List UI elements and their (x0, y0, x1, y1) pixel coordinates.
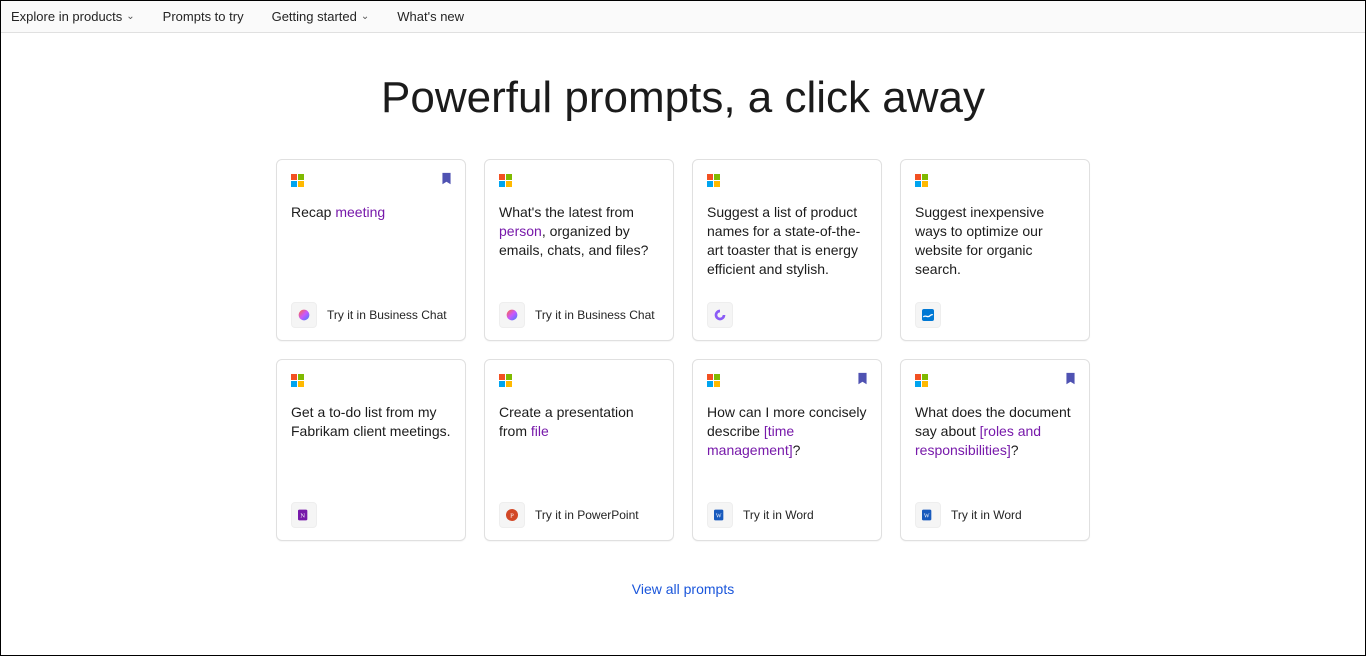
prompt-text: Recap meeting (291, 203, 451, 222)
card-action[interactable]: P Try it in PowerPoint (499, 502, 659, 528)
try-label: Try it in Business Chat (327, 308, 447, 322)
microsoft-logo-icon (915, 374, 929, 388)
svg-text:N: N (300, 513, 305, 520)
card-action[interactable]: W Try it in Word (707, 502, 867, 528)
card-action[interactable]: N (291, 502, 451, 528)
nav-whats-new[interactable]: What's new (397, 9, 464, 24)
word-icon: W (707, 502, 733, 528)
prompt-text: Create a presentation from file (499, 403, 659, 441)
try-label: Try it in Business Chat (535, 308, 655, 322)
copilot-icon (291, 302, 317, 328)
try-label: Try it in PowerPoint (535, 508, 639, 522)
chevron-down-icon: ⌄ (126, 11, 134, 22)
prompt-text: Suggest inexpensive ways to optimize our… (915, 203, 1075, 279)
prompt-card[interactable]: Get a to-do list from my Fabrikam client… (276, 359, 466, 541)
prompt-card[interactable]: How can I more concisely describe [time … (692, 359, 882, 541)
bookmark-icon[interactable] (1064, 372, 1077, 390)
onenote-icon: N (291, 502, 317, 528)
prompt-card[interactable]: Suggest a list of product names for a st… (692, 159, 882, 341)
svg-text:W: W (924, 514, 930, 520)
microsoft-logo-icon (707, 174, 721, 188)
loop-icon (707, 302, 733, 328)
nav-prompts[interactable]: Prompts to try (163, 9, 244, 24)
microsoft-logo-icon (291, 374, 305, 388)
card-action[interactable] (915, 302, 1075, 328)
microsoft-logo-icon (707, 374, 721, 388)
svg-text:P: P (510, 513, 514, 520)
view-all-prompts-link[interactable]: View all prompts (632, 581, 734, 597)
svg-text:W: W (716, 514, 722, 520)
card-action[interactable] (707, 302, 867, 328)
prompt-card[interactable]: Recap meeting Try it in Business Chat (276, 159, 466, 341)
prompt-card[interactable]: What's the latest from person, organized… (484, 159, 674, 341)
prompt-text: What does the document say about [roles … (915, 403, 1075, 460)
microsoft-logo-icon (499, 374, 513, 388)
try-label: Try it in Word (951, 508, 1022, 522)
top-nav: Explore in products ⌄ Prompts to try Gett… (1, 1, 1365, 33)
prompt-text: What's the latest from person, organized… (499, 203, 659, 260)
try-label: Try it in Word (743, 508, 814, 522)
microsoft-logo-icon (291, 174, 305, 188)
chevron-down-icon: ⌄ (361, 11, 369, 22)
word-icon: W (915, 502, 941, 528)
microsoft-logo-icon (499, 174, 513, 188)
prompt-text: Get a to-do list from my Fabrikam client… (291, 403, 451, 441)
microsoft-logo-icon (915, 174, 929, 188)
nav-explore-label: Explore in products (11, 9, 122, 24)
main-content: Powerful prompts, a click away Recap mee… (1, 33, 1365, 599)
card-action[interactable]: W Try it in Word (915, 502, 1075, 528)
nav-getting-label: Getting started (272, 9, 357, 24)
copilot-icon (499, 302, 525, 328)
prompt-card[interactable]: What does the document say about [roles … (900, 359, 1090, 541)
card-action[interactable]: Try it in Business Chat (499, 302, 659, 328)
page-title: Powerful prompts, a click away (1, 73, 1365, 123)
bookmark-icon[interactable] (440, 172, 453, 190)
prompt-text: How can I more concisely describe [time … (707, 403, 867, 460)
nav-getting-started[interactable]: Getting started ⌄ (272, 9, 370, 24)
prompt-text: Suggest a list of product names for a st… (707, 203, 867, 279)
whiteboard-icon (915, 302, 941, 328)
prompt-grid: Recap meeting Try it in Business Chat Wh… (276, 159, 1090, 541)
powerpoint-icon: P (499, 502, 525, 528)
prompt-card[interactable]: Suggest inexpensive ways to optimize our… (900, 159, 1090, 341)
bookmark-icon[interactable] (856, 372, 869, 390)
prompt-card[interactable]: Create a presentation from file P Try it… (484, 359, 674, 541)
card-action[interactable]: Try it in Business Chat (291, 302, 451, 328)
nav-explore[interactable]: Explore in products ⌄ (11, 9, 135, 24)
